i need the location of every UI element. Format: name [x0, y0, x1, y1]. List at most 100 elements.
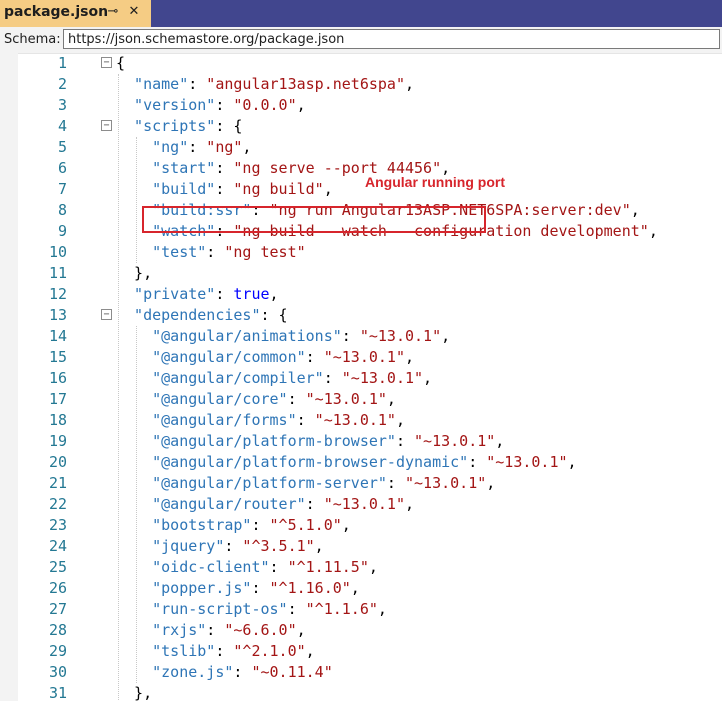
code-token: "@angular/platform-browser" — [152, 432, 396, 450]
code-line[interactable]: 2 "name": "angular13asp.net6spa", — [0, 74, 722, 95]
fold-toggle-icon[interactable]: − — [101, 309, 112, 320]
code-text: "@angular/platform-server": "~13.0.1", — [152, 473, 495, 494]
code-line[interactable]: 5 "ng": "ng", — [0, 137, 722, 158]
code-token: true — [233, 285, 270, 303]
code-line[interactable]: 21 "@angular/platform-server": "~13.0.1", — [0, 473, 722, 494]
code-line[interactable]: 6 "start": "ng serve --port 44456", — [0, 158, 722, 179]
line-number: 23 — [48, 516, 67, 534]
code-token: : — [269, 558, 288, 576]
code-token: : — [188, 138, 207, 156]
fold-toggle-icon[interactable]: − — [101, 120, 112, 131]
code-token: , — [404, 348, 415, 366]
schema-input[interactable]: https://json.schemastore.org/package.jso… — [63, 29, 720, 49]
code-line[interactable]: 25 "oidc-client": "^1.11.5", — [0, 557, 722, 578]
line-number: 11 — [48, 264, 67, 282]
code-line[interactable]: 4 − "scripts": { — [0, 116, 722, 137]
code-line[interactable]: 24 "jquery": "^3.5.1", — [0, 536, 722, 557]
code-token: "^2.1.0" — [233, 642, 306, 660]
code-text: }, — [134, 683, 152, 701]
code-line[interactable]: 12 "private": true, — [0, 284, 722, 305]
code-token: , — [368, 558, 378, 576]
code-token: , — [314, 537, 324, 555]
code-token: "~13.0.1" — [414, 432, 496, 450]
code-line[interactable]: 27 "run-script-os": "^1.1.6", — [0, 599, 722, 620]
code-line[interactable]: 22 "@angular/router": "~13.0.1", — [0, 494, 722, 515]
code-token: "scripts" — [134, 117, 216, 135]
code-text: "@angular/core": "~13.0.1", — [152, 389, 396, 410]
code-line[interactable]: 31}, — [0, 683, 722, 701]
code-token: : — [206, 621, 225, 639]
tab-package-json[interactable]: package.json ⊸ ✕ — [0, 0, 151, 27]
code-line[interactable]: 26 "popper.js": "^1.16.0", — [0, 578, 722, 599]
code-token: "angular13asp.net6spa" — [206, 75, 405, 93]
code-token: : — [215, 642, 234, 660]
code-text: "@angular/forms": "~13.0.1", — [152, 410, 405, 431]
line-number: 12 — [48, 285, 67, 303]
code-token: : { — [260, 306, 288, 324]
code-line[interactable]: 10 "test": "ng test" — [0, 242, 722, 263]
code-text: "@angular/animations": "~13.0.1", — [152, 326, 450, 347]
code-token: , — [296, 621, 306, 639]
code-token: "@angular/platform-browser-dynamic" — [152, 453, 469, 471]
code-token: "@angular/core" — [152, 390, 288, 408]
code-token: : — [305, 495, 324, 513]
code-token: "ng" — [206, 138, 243, 156]
code-token: "dependencies" — [134, 306, 261, 324]
line-number: 4 — [57, 117, 67, 135]
code-token: "~13.0.1" — [359, 327, 442, 345]
code-line[interactable]: 29 "tslib": "^2.1.0", — [0, 641, 722, 662]
code-token: : — [251, 516, 270, 534]
line-number: 16 — [48, 369, 67, 387]
code-token: : — [206, 243, 225, 261]
code-line[interactable]: 15 "@angular/common": "~13.0.1", — [0, 347, 722, 368]
schema-label: Schema: — [4, 32, 61, 47]
code-text: "@angular/compiler": "~13.0.1", — [152, 368, 432, 389]
code-editor[interactable]: 1−{2 "name": "angular13asp.net6spa", 3 "ver… — [0, 53, 722, 701]
close-icon[interactable]: ✕ — [127, 4, 141, 20]
code-line[interactable]: 17 "@angular/core": "~13.0.1", — [0, 389, 722, 410]
code-line[interactable]: 28 "rxjs": "~6.6.0", — [0, 620, 722, 641]
code-token: "^1.16.0" — [269, 579, 351, 597]
code-token: "^1.1.6" — [305, 600, 378, 618]
code-line[interactable]: 13 − "dependencies": { — [0, 305, 722, 326]
code-line[interactable]: 11}, — [0, 263, 722, 284]
code-token: , — [341, 516, 351, 534]
line-number: 19 — [48, 432, 67, 450]
code-line[interactable]: 19 "@angular/platform-browser": "~13.0.1"… — [0, 431, 722, 452]
code-text: "tslib": "^2.1.0", — [152, 641, 315, 662]
pin-icon[interactable]: ⊸ — [106, 4, 120, 20]
line-number: 2 — [57, 75, 67, 93]
code-text: "@angular/platform-browser-dynamic": "~1… — [152, 452, 576, 473]
code-token: "0.0.0" — [233, 96, 297, 114]
code-token: : — [287, 600, 306, 618]
code-token: "~6.6.0" — [224, 621, 297, 639]
code-token: : — [468, 453, 487, 471]
document-tab-bar: package.json ⊸ ✕ — [0, 0, 722, 27]
code-text: "bootstrap": "^5.1.0", — [152, 515, 351, 536]
code-token: "popper.js" — [152, 579, 252, 597]
code-line[interactable]: 1 −{ — [0, 53, 722, 74]
code-line[interactable]: 23 "bootstrap": "^5.1.0", — [0, 515, 722, 536]
line-number: 9 — [57, 222, 67, 240]
code-token: "@angular/platform-server" — [152, 474, 387, 492]
line-number: 10 — [48, 243, 67, 261]
code-line[interactable]: 14 "@angular/animations": "~13.0.1", — [0, 326, 722, 347]
code-line[interactable]: 20 "@angular/platform-browser-dynamic": "… — [0, 452, 722, 473]
code-token: "tslib" — [152, 642, 216, 660]
schema-bar: Schema: https://json.schemastore.org/pac… — [0, 27, 722, 54]
annotation-label: Angular running port — [365, 174, 505, 190]
indent-guide — [136, 137, 137, 263]
line-number: 5 — [57, 138, 67, 156]
code-text: "dependencies": { — [134, 305, 288, 326]
line-number: 15 — [48, 348, 67, 366]
code-line[interactable]: 3 "version": "0.0.0", — [0, 95, 722, 116]
code-token: "~13.0.1" — [341, 369, 424, 387]
fold-toggle-icon[interactable]: − — [101, 57, 112, 68]
code-line[interactable]: 16 "@angular/compiler": "~13.0.1", — [0, 368, 722, 389]
code-line[interactable]: 18 "@angular/forms": "~13.0.1", — [0, 410, 722, 431]
code-line[interactable]: 30 "zone.js": "~0.11.4" — [0, 662, 722, 683]
code-line[interactable]: 7 "build": "ng build", — [0, 179, 722, 200]
code-token: "@angular/common" — [152, 348, 306, 366]
code-token: "rxjs" — [152, 621, 207, 639]
code-token: : — [215, 96, 234, 114]
